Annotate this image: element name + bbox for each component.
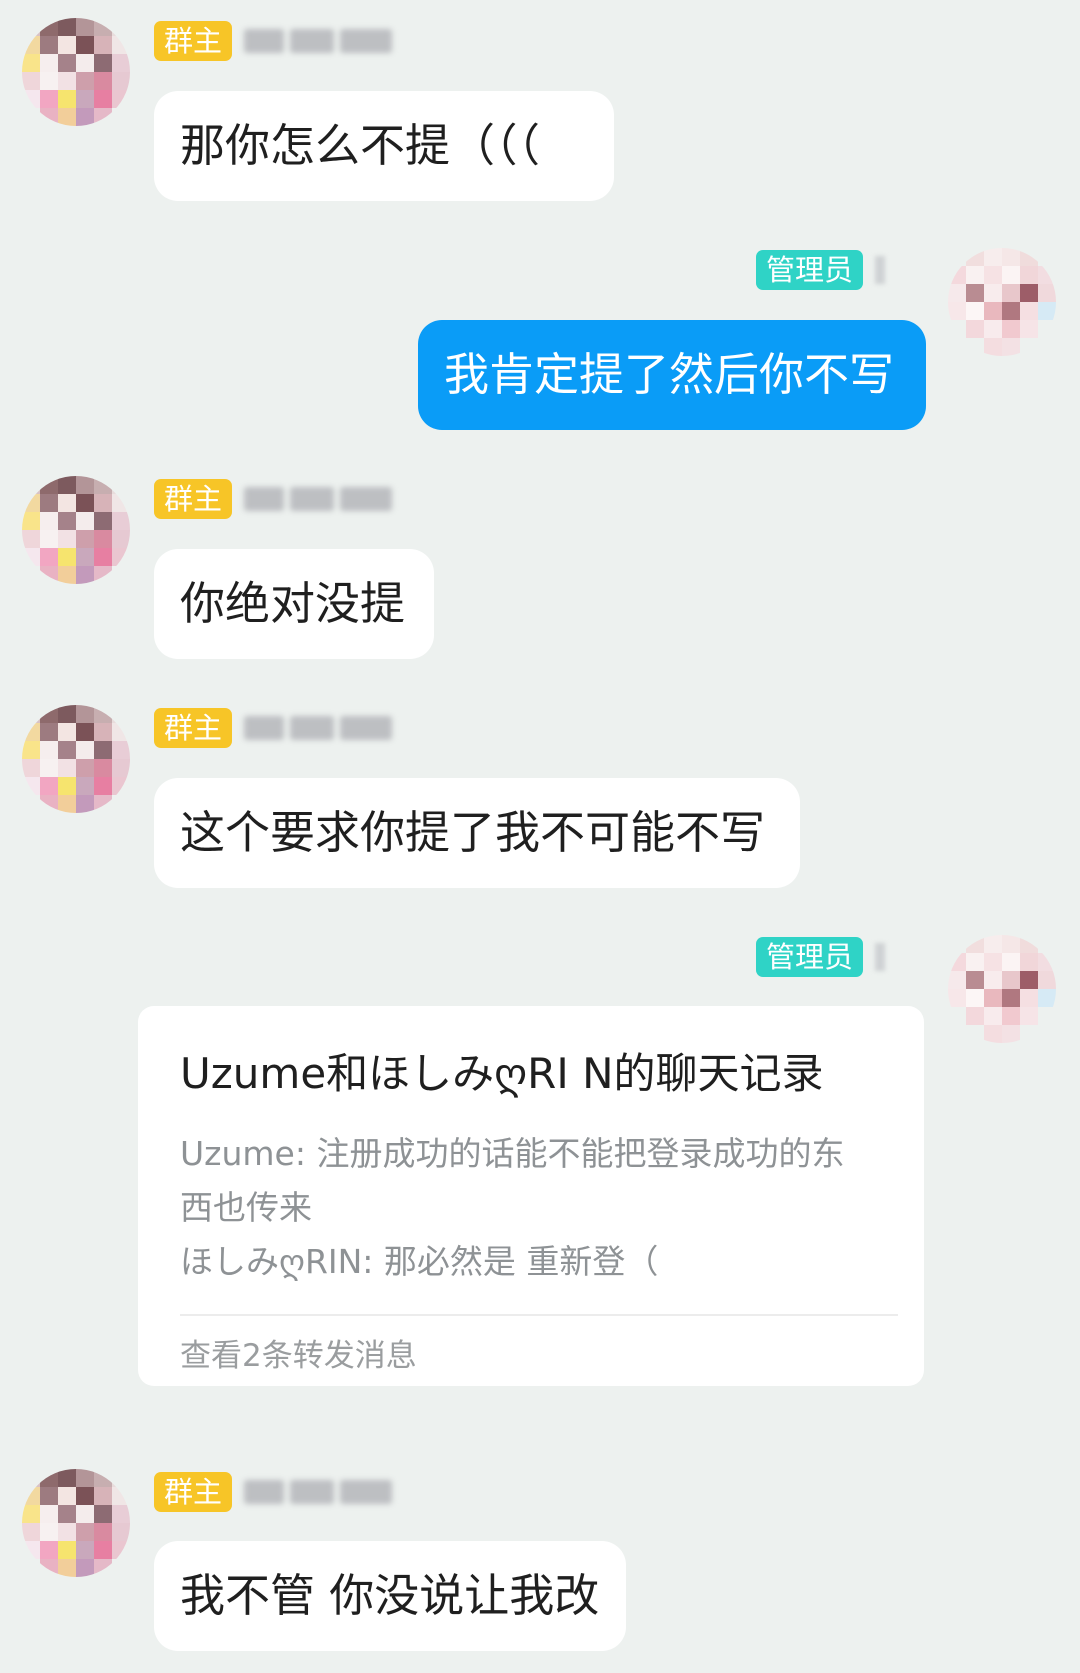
pixelated-avatar-image [22,705,130,813]
sender-name-blurred [244,1480,393,1504]
forwarded-chat-preview-line: ほしみღRIN: 那必然是 重新登（ [180,1242,659,1281]
pixelated-avatar-image [948,935,1056,1043]
sender-name-blurred [875,943,886,971]
message-bubble[interactable]: 你绝对没提 [154,549,434,659]
forwarded-chat-preview-line: 西也传来 [180,1188,312,1227]
sender-name-blurred [244,487,393,511]
owner-badge: 群主 [154,479,233,519]
view-forwarded-messages-link[interactable]: 查看2条转发消息 [180,1330,417,1375]
sender-meta: 管理员 [756,249,886,291]
pixelated-avatar-image [22,18,130,126]
sender-meta: 群主 [154,478,393,520]
sender-avatar[interactable] [22,476,130,584]
sender-meta: 群主 [154,707,393,749]
sender-avatar[interactable] [22,18,130,126]
pixelated-avatar-image [22,476,130,584]
message-bubble[interactable]: 那你怎么不提（（（ [154,91,614,201]
owner-badge: 群主 [154,21,233,61]
message-bubble[interactable]: 我不管 你没说让我改 [154,1541,626,1651]
message-bubble[interactable]: 这个要求你提了我不可能不写 [154,778,800,888]
sender-avatar[interactable] [22,1469,130,1577]
forwarded-chat-title: Uzume和ほしみღRI N的聊天记录 [180,1049,824,1098]
sender-meta: 群主 [154,1471,393,1513]
sender-meta: 群主 [154,20,393,62]
own-avatar[interactable] [948,935,1056,1043]
owner-badge: 群主 [154,708,233,748]
card-divider [180,1314,898,1316]
message-bubble[interactable]: 我肯定提了然后你不写 [418,320,926,430]
forwarded-chat-card[interactable]: Uzume和ほしみღRI N的聊天记录 Uzume: 注册成功的话能不能把登录成… [138,1006,924,1386]
pixelated-avatar-image [22,1469,130,1577]
sender-avatar[interactable] [22,705,130,813]
sender-meta: 管理员 [756,936,886,978]
forwarded-chat-preview-line: Uzume: 注册成功的话能不能把登录成功的东 [180,1134,845,1173]
sender-name-blurred [875,256,886,284]
admin-badge: 管理员 [756,250,864,290]
owner-badge: 群主 [154,1472,233,1512]
own-avatar[interactable] [948,248,1056,356]
sender-name-blurred [244,29,393,53]
pixelated-avatar-image [948,248,1056,356]
admin-badge: 管理员 [756,937,864,977]
sender-name-blurred [244,716,393,740]
